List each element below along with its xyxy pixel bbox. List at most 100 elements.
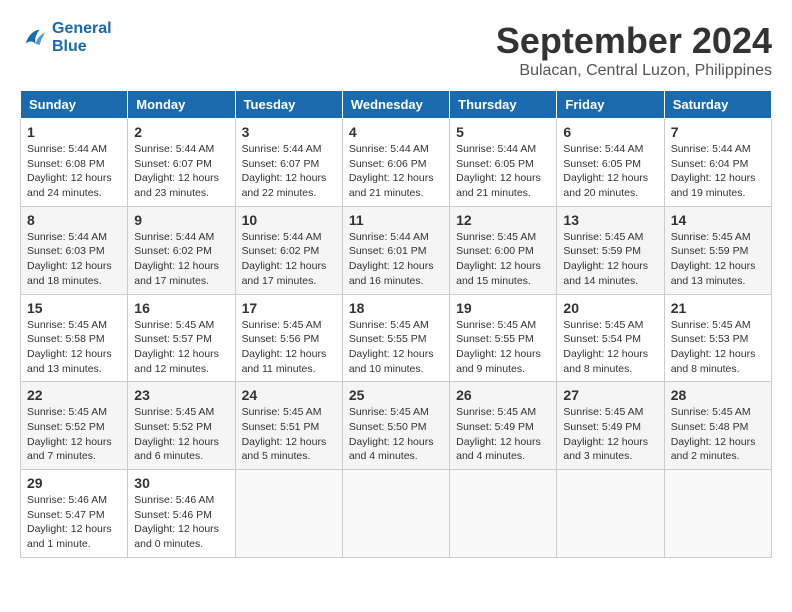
- sunset-label: Sunset: 6:07 PM: [242, 158, 320, 170]
- weekday-header-friday: Friday: [557, 91, 664, 119]
- day-info: Sunrise: 5:45 AM Sunset: 5:59 PM Dayligh…: [563, 230, 657, 289]
- day-number: 2: [134, 124, 228, 140]
- calendar-cell: 12 Sunrise: 5:45 AM Sunset: 6:00 PM Dayl…: [450, 206, 557, 294]
- day-number: 10: [242, 212, 336, 228]
- day-info: Sunrise: 5:44 AM Sunset: 6:05 PM Dayligh…: [456, 142, 550, 201]
- calendar-cell: [664, 470, 771, 558]
- sunset-label: Sunset: 6:01 PM: [349, 245, 427, 257]
- calendar-cell: 1 Sunrise: 5:44 AM Sunset: 6:08 PM Dayli…: [21, 119, 128, 207]
- calendar-cell: 26 Sunrise: 5:45 AM Sunset: 5:49 PM Dayl…: [450, 382, 557, 470]
- sunset-label: Sunset: 5:59 PM: [563, 245, 641, 257]
- sunrise-label: Sunrise: 5:45 AM: [134, 406, 214, 418]
- sunset-label: Sunset: 6:03 PM: [27, 245, 105, 257]
- sunrise-label: Sunrise: 5:45 AM: [27, 319, 107, 331]
- day-number: 12: [456, 212, 550, 228]
- calendar-cell: 7 Sunrise: 5:44 AM Sunset: 6:04 PM Dayli…: [664, 119, 771, 207]
- day-info: Sunrise: 5:45 AM Sunset: 5:54 PM Dayligh…: [563, 318, 657, 377]
- sunrise-label: Sunrise: 5:45 AM: [563, 406, 643, 418]
- month-title: September 2024: [496, 20, 772, 62]
- sunrise-label: Sunrise: 5:44 AM: [349, 231, 429, 243]
- daylight-label: Daylight: 12 hours and 24 minutes.: [27, 172, 112, 199]
- daylight-label: Daylight: 12 hours and 0 minutes.: [134, 523, 219, 550]
- logo: General Blue: [20, 20, 112, 55]
- sunset-label: Sunset: 5:46 PM: [134, 509, 212, 521]
- calendar-cell: 10 Sunrise: 5:44 AM Sunset: 6:02 PM Dayl…: [235, 206, 342, 294]
- sunset-label: Sunset: 5:47 PM: [27, 509, 105, 521]
- sunset-label: Sunset: 6:05 PM: [563, 158, 641, 170]
- daylight-label: Daylight: 12 hours and 3 minutes.: [563, 436, 648, 463]
- day-number: 27: [563, 387, 657, 403]
- sunset-label: Sunset: 6:00 PM: [456, 245, 534, 257]
- day-number: 6: [563, 124, 657, 140]
- daylight-label: Daylight: 12 hours and 21 minutes.: [349, 172, 434, 199]
- sunrise-label: Sunrise: 5:44 AM: [242, 143, 322, 155]
- daylight-label: Daylight: 12 hours and 5 minutes.: [242, 436, 327, 463]
- sunrise-label: Sunrise: 5:45 AM: [242, 406, 322, 418]
- day-info: Sunrise: 5:45 AM Sunset: 5:50 PM Dayligh…: [349, 405, 443, 464]
- day-number: 25: [349, 387, 443, 403]
- sunrise-label: Sunrise: 5:45 AM: [563, 231, 643, 243]
- day-info: Sunrise: 5:44 AM Sunset: 6:08 PM Dayligh…: [27, 142, 121, 201]
- week-row: 15 Sunrise: 5:45 AM Sunset: 5:58 PM Dayl…: [21, 294, 772, 382]
- calendar-table: SundayMondayTuesdayWednesdayThursdayFrid…: [20, 90, 772, 558]
- sunset-label: Sunset: 5:52 PM: [27, 421, 105, 433]
- day-info: Sunrise: 5:44 AM Sunset: 6:01 PM Dayligh…: [349, 230, 443, 289]
- day-number: 18: [349, 300, 443, 316]
- sunset-label: Sunset: 6:04 PM: [671, 158, 749, 170]
- day-number: 5: [456, 124, 550, 140]
- calendar-cell: 21 Sunrise: 5:45 AM Sunset: 5:53 PM Dayl…: [664, 294, 771, 382]
- calendar-cell: 19 Sunrise: 5:45 AM Sunset: 5:55 PM Dayl…: [450, 294, 557, 382]
- sunset-label: Sunset: 6:06 PM: [349, 158, 427, 170]
- daylight-label: Daylight: 12 hours and 16 minutes.: [349, 260, 434, 287]
- day-number: 29: [27, 475, 121, 491]
- sunset-label: Sunset: 5:58 PM: [27, 333, 105, 345]
- sunrise-label: Sunrise: 5:44 AM: [456, 143, 536, 155]
- day-info: Sunrise: 5:45 AM Sunset: 5:51 PM Dayligh…: [242, 405, 336, 464]
- sunrise-label: Sunrise: 5:46 AM: [27, 494, 107, 506]
- calendar-cell: 17 Sunrise: 5:45 AM Sunset: 5:56 PM Dayl…: [235, 294, 342, 382]
- calendar-cell: 11 Sunrise: 5:44 AM Sunset: 6:01 PM Dayl…: [342, 206, 449, 294]
- sunset-label: Sunset: 5:59 PM: [671, 245, 749, 257]
- day-info: Sunrise: 5:45 AM Sunset: 5:59 PM Dayligh…: [671, 230, 765, 289]
- calendar-cell: 22 Sunrise: 5:45 AM Sunset: 5:52 PM Dayl…: [21, 382, 128, 470]
- day-number: 11: [349, 212, 443, 228]
- daylight-label: Daylight: 12 hours and 21 minutes.: [456, 172, 541, 199]
- day-info: Sunrise: 5:45 AM Sunset: 5:48 PM Dayligh…: [671, 405, 765, 464]
- logo-text: General Blue: [52, 20, 112, 55]
- day-number: 7: [671, 124, 765, 140]
- calendar-cell: [557, 470, 664, 558]
- calendar-cell: [235, 470, 342, 558]
- day-number: 15: [27, 300, 121, 316]
- day-number: 26: [456, 387, 550, 403]
- day-info: Sunrise: 5:45 AM Sunset: 5:55 PM Dayligh…: [456, 318, 550, 377]
- calendar-cell: 24 Sunrise: 5:45 AM Sunset: 5:51 PM Dayl…: [235, 382, 342, 470]
- week-row: 1 Sunrise: 5:44 AM Sunset: 6:08 PM Dayli…: [21, 119, 772, 207]
- calendar-cell: 25 Sunrise: 5:45 AM Sunset: 5:50 PM Dayl…: [342, 382, 449, 470]
- day-number: 8: [27, 212, 121, 228]
- sunset-label: Sunset: 5:48 PM: [671, 421, 749, 433]
- sunrise-label: Sunrise: 5:45 AM: [349, 406, 429, 418]
- daylight-label: Daylight: 12 hours and 2 minutes.: [671, 436, 756, 463]
- daylight-label: Daylight: 12 hours and 22 minutes.: [242, 172, 327, 199]
- weekday-header-monday: Monday: [128, 91, 235, 119]
- daylight-label: Daylight: 12 hours and 11 minutes.: [242, 348, 327, 375]
- day-info: Sunrise: 5:45 AM Sunset: 5:53 PM Dayligh…: [671, 318, 765, 377]
- calendar-cell: 27 Sunrise: 5:45 AM Sunset: 5:49 PM Dayl…: [557, 382, 664, 470]
- day-info: Sunrise: 5:45 AM Sunset: 5:49 PM Dayligh…: [456, 405, 550, 464]
- daylight-label: Daylight: 12 hours and 4 minutes.: [456, 436, 541, 463]
- week-row: 29 Sunrise: 5:46 AM Sunset: 5:47 PM Dayl…: [21, 470, 772, 558]
- daylight-label: Daylight: 12 hours and 15 minutes.: [456, 260, 541, 287]
- sunrise-label: Sunrise: 5:44 AM: [27, 231, 107, 243]
- day-number: 3: [242, 124, 336, 140]
- sunrise-label: Sunrise: 5:44 AM: [563, 143, 643, 155]
- calendar-cell: 5 Sunrise: 5:44 AM Sunset: 6:05 PM Dayli…: [450, 119, 557, 207]
- day-number: 13: [563, 212, 657, 228]
- day-number: 24: [242, 387, 336, 403]
- week-row: 8 Sunrise: 5:44 AM Sunset: 6:03 PM Dayli…: [21, 206, 772, 294]
- weekday-header-sunday: Sunday: [21, 91, 128, 119]
- daylight-label: Daylight: 12 hours and 4 minutes.: [349, 436, 434, 463]
- sunset-label: Sunset: 6:02 PM: [242, 245, 320, 257]
- daylight-label: Daylight: 12 hours and 8 minutes.: [563, 348, 648, 375]
- day-info: Sunrise: 5:44 AM Sunset: 6:02 PM Dayligh…: [134, 230, 228, 289]
- day-info: Sunrise: 5:45 AM Sunset: 5:52 PM Dayligh…: [134, 405, 228, 464]
